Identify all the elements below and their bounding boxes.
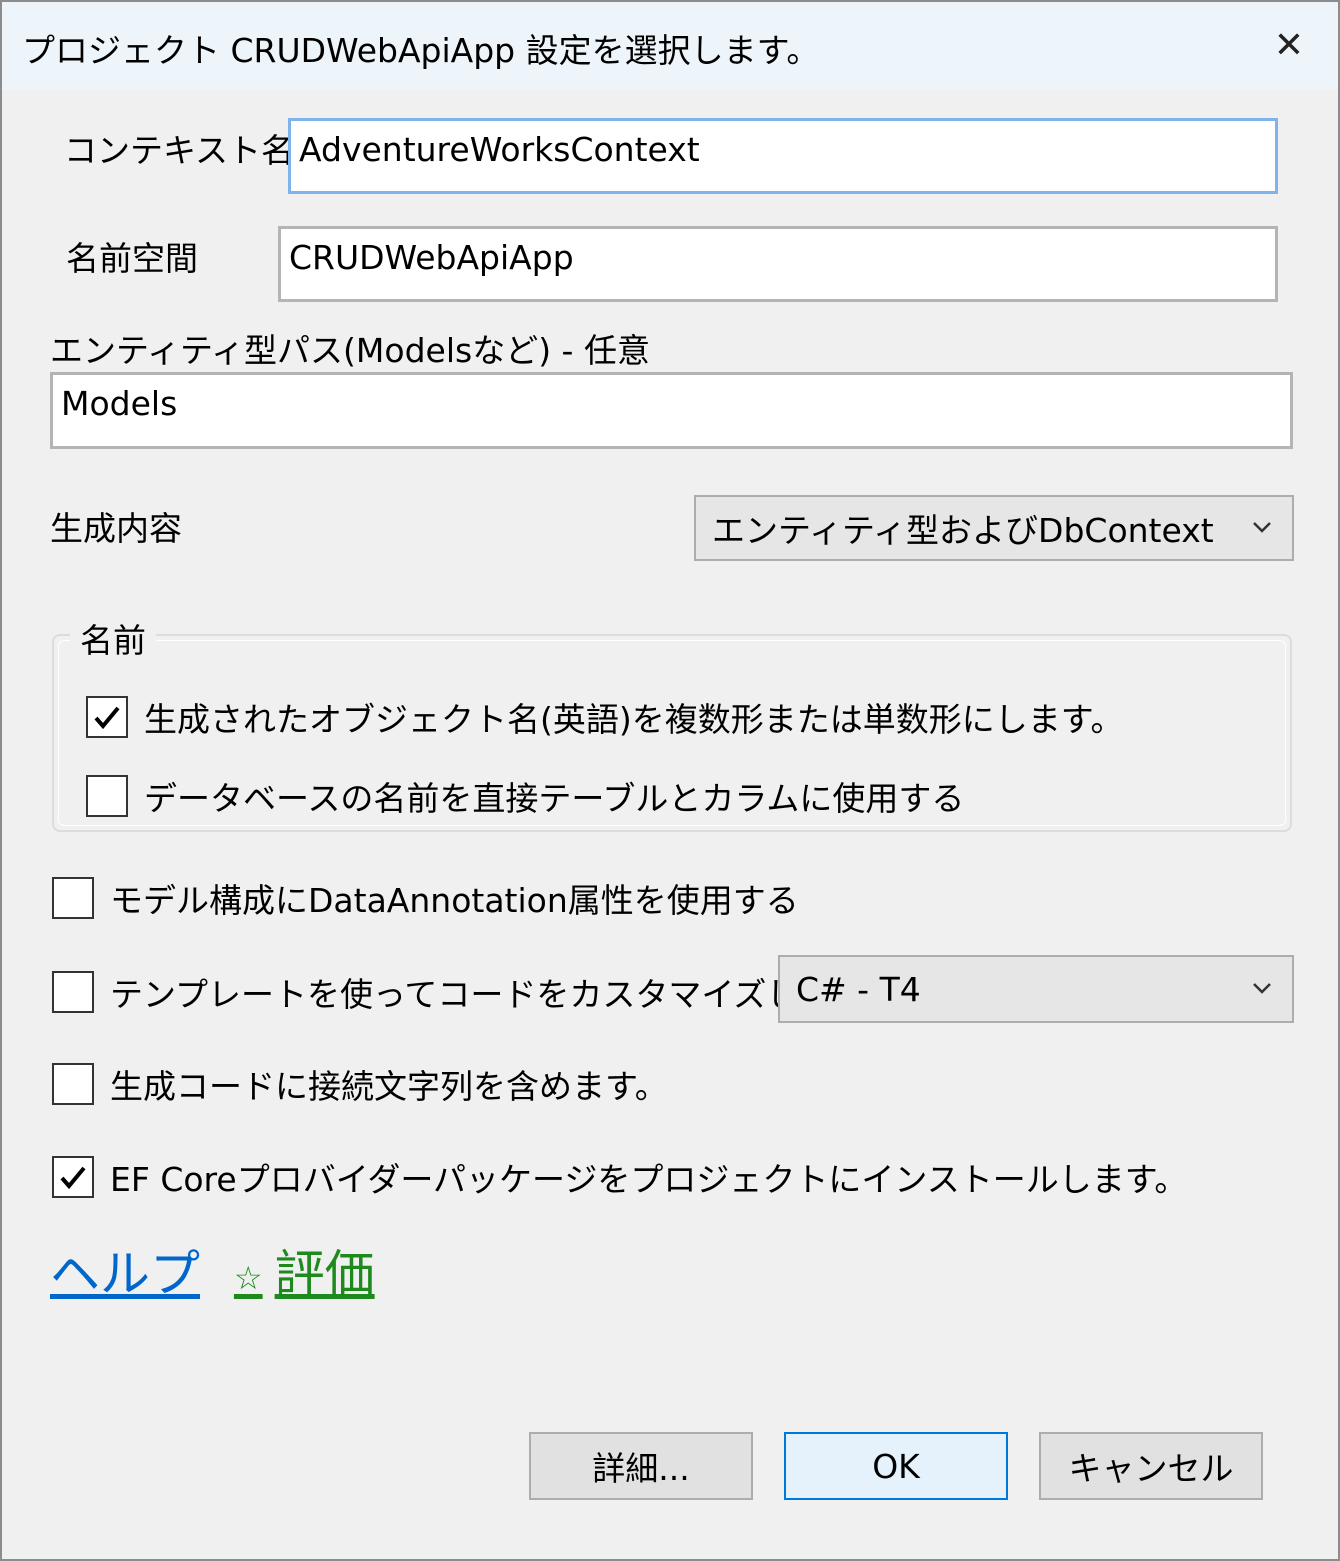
install-provider-checkbox-box[interactable] — [52, 1156, 94, 1198]
namespace-label: 名前空間 — [66, 239, 198, 278]
cancel-button[interactable]: キャンセル — [1039, 1432, 1263, 1500]
footer-links: ヘルプ ☆ 評価 — [50, 1234, 375, 1306]
template-type-combobox[interactable]: C# - T4 — [778, 955, 1294, 1023]
help-link[interactable]: ヘルプ — [50, 1245, 200, 1303]
checkmark-icon — [60, 1166, 86, 1190]
use-db-names-label: データベースの名前を直接テーブルとカラムに使用する — [144, 779, 965, 818]
install-provider-label: EF Coreプロバイダーパッケージをプロジェクトにインストールします。 — [110, 1160, 1188, 1199]
chevron-down-icon — [1253, 983, 1271, 994]
advanced-button[interactable]: 詳細... — [529, 1432, 753, 1500]
entity-path-label: エンティティ型パス(Modelsなど) - 任意 — [50, 331, 650, 370]
connection-string-checkbox-box[interactable] — [52, 1063, 94, 1105]
generate-combobox[interactable]: エンティティ型およびDbContext — [694, 495, 1294, 561]
connection-string-label: 生成コードに接続文字列を含めます。 — [110, 1067, 668, 1106]
star-icon: ☆ — [233, 1258, 263, 1297]
chevron-down-icon — [1253, 522, 1271, 533]
checkmark-icon — [94, 706, 120, 730]
pluralize-label: 生成されたオブジェクト名(英語)を複数形または単数形にします。 — [144, 700, 1124, 739]
title-bar: プロジェクト CRUDWebApiApp 設定を選択します。 ✕ — [2, 2, 1338, 90]
rate-link-label: 評価 — [274, 1245, 375, 1303]
template-type-selected-value: C# - T4 — [796, 969, 921, 1009]
data-annotations-label: モデル構成にDataAnnotation属性を使用する — [110, 881, 799, 920]
generate-selected-value: エンティティ型およびDbContext — [712, 511, 1214, 550]
close-icon: ✕ — [1273, 24, 1305, 66]
use-db-names-checkbox[interactable]: データベースの名前を直接テーブルとカラムに使用する — [86, 772, 964, 820]
entity-path-input[interactable]: Models — [50, 372, 1293, 449]
connection-string-checkbox[interactable]: 生成コードに接続文字列を含めます。 — [52, 1060, 668, 1108]
data-annotations-checkbox-box[interactable] — [52, 877, 94, 919]
templates-checkbox-box[interactable] — [52, 971, 94, 1013]
generate-label: 生成内容 — [50, 509, 182, 548]
context-name-input[interactable]: AdventureWorksContext — [288, 118, 1278, 194]
dialog-window: プロジェクト CRUDWebApiApp 設定を選択します。 ✕ コンテキスト名… — [0, 0, 1340, 1561]
ok-button[interactable]: OK — [784, 1432, 1008, 1500]
close-button[interactable]: ✕ — [1258, 16, 1320, 74]
install-provider-checkbox[interactable]: EF Coreプロバイダーパッケージをプロジェクトにインストールします。 — [52, 1153, 1187, 1201]
pluralize-checkbox[interactable]: 生成されたオブジェクト名(英語)を複数形または単数形にします。 — [86, 693, 1123, 741]
pluralize-checkbox-box[interactable] — [86, 696, 128, 738]
namespace-input[interactable]: CRUDWebApiApp — [278, 226, 1278, 302]
use-db-names-checkbox-box[interactable] — [86, 775, 128, 817]
window-title: プロジェクト CRUDWebApiApp 設定を選択します。 — [22, 31, 820, 70]
context-name-label: コンテキスト名 — [64, 131, 295, 170]
data-annotations-checkbox[interactable]: モデル構成にDataAnnotation属性を使用する — [52, 874, 799, 922]
templates-checkbox[interactable]: テンプレートを使ってコードをカスタマイズします。 — [52, 968, 895, 1016]
naming-group-title: 名前 — [70, 614, 156, 662]
rate-link[interactable]: ☆ 評価 — [234, 1245, 375, 1303]
